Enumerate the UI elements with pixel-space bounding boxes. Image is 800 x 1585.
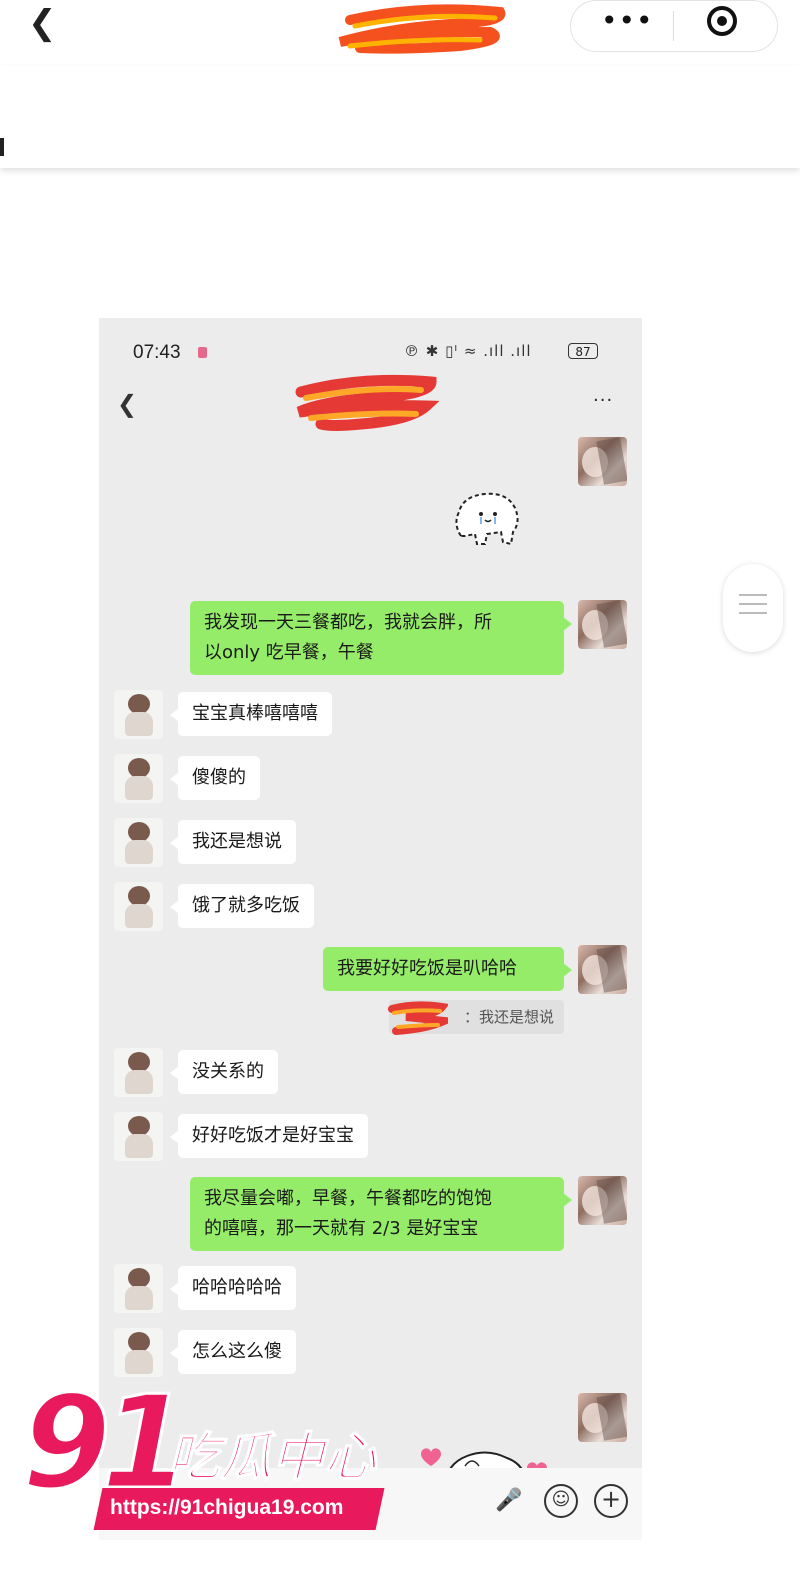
- message-line: 傻傻的: [192, 767, 246, 788]
- status-bar: 07:43 ℗ ✱ ▯ᴵ ≈ .ıll .ıll 87: [99, 318, 642, 363]
- chat-bubble-sent[interactable]: 我发现一天三餐都吃，我就会胖，所 以only 吃早餐，午餐: [190, 601, 572, 675]
- target-icon[interactable]: [707, 6, 737, 36]
- capsule-menu: •••: [570, 0, 778, 52]
- avatar[interactable]: [114, 882, 163, 931]
- plus-icon[interactable]: +: [594, 1484, 628, 1518]
- redacted-title-scribble: [338, 4, 506, 54]
- message-line: 以only 吃早餐，午餐: [204, 642, 374, 663]
- avatar[interactable]: [114, 1264, 163, 1313]
- chevron-left-icon[interactable]: ❮: [117, 390, 137, 418]
- avatar[interactable]: [114, 818, 163, 867]
- floating-menu-button[interactable]: [723, 564, 783, 652]
- redacted-name-scribble: [295, 374, 439, 431]
- message-line: 的嘻嘻，那一天就有 2/3 是好宝宝: [204, 1218, 479, 1239]
- avatar[interactable]: [114, 1112, 163, 1161]
- notification-icon: [198, 347, 207, 358]
- sticker-image: [455, 492, 519, 546]
- message-line: 我还是想说: [192, 831, 282, 852]
- message-line: 我发现一天三餐都吃，我就会胖，所: [204, 612, 492, 633]
- back-icon[interactable]: ❮: [28, 6, 57, 40]
- message-line: 没关系的: [192, 1061, 264, 1082]
- avatar[interactable]: [578, 600, 627, 649]
- message-line: 我尽量会嘟，早餐，午餐都吃的饱饱: [204, 1188, 492, 1209]
- menu-lines-icon: [739, 594, 767, 620]
- message-line: 怎么这么傻: [192, 1341, 282, 1362]
- chat-bubble-received[interactable]: 没关系的: [170, 1050, 278, 1094]
- status-time: 07:43: [133, 342, 181, 363]
- watermark-name: 吃瓜中心: [167, 1427, 377, 1489]
- message-line: 好好吃饭才是好宝宝: [192, 1125, 354, 1146]
- message-line: 哈哈哈哈哈: [192, 1277, 282, 1298]
- outer-subbar: [0, 66, 800, 168]
- quoted-text: ：我还是想说: [463, 1008, 554, 1026]
- chat-bubble-sent[interactable]: 我要好好吃饭是叭哈哈: [323, 947, 572, 991]
- battery-icon: 87: [568, 343, 598, 359]
- chat-bubble-sent[interactable]: 我尽量会嘟，早餐，午餐都吃的饱饱 的嘻嘻，那一天就有 2/3 是好宝宝: [190, 1177, 572, 1251]
- chat-bubble-received[interactable]: 傻傻的: [170, 756, 260, 800]
- emoji-icon[interactable]: ☺: [544, 1484, 578, 1518]
- avatar[interactable]: [114, 1048, 163, 1097]
- outer-header: ❮ •••: [0, 0, 800, 67]
- redacted-quote-scribble: [388, 1001, 448, 1035]
- chat-screenshot: 07:43 ℗ ✱ ▯ᴵ ≈ .ıll .ıll 87 ❮ ··· 我发现一天三…: [99, 318, 642, 1540]
- chat-bubble-received[interactable]: 饿了就多吃饭: [170, 884, 314, 928]
- message-line: 宝宝真棒嘻嘻嘻: [192, 703, 318, 724]
- chat-bubble-received[interactable]: 宝宝真棒嘻嘻嘻: [170, 692, 332, 736]
- avatar[interactable]: [114, 690, 163, 739]
- capsule-divider: [673, 11, 674, 41]
- avatar[interactable]: [578, 1393, 627, 1442]
- message-line: 我要好好吃饭是叭哈哈: [337, 958, 517, 979]
- more-icon[interactable]: ···: [593, 390, 613, 411]
- status-icons: ℗ ✱ ▯ᴵ ≈ .ıll .ıll: [404, 342, 532, 360]
- avatar[interactable]: [114, 754, 163, 803]
- subbar-edge-mark: [0, 138, 4, 156]
- microphone-icon[interactable]: 🎤: [494, 1488, 524, 1518]
- avatar[interactable]: [578, 945, 627, 994]
- ellipsis-icon[interactable]: •••: [601, 6, 654, 36]
- message-line: 饿了就多吃饭: [192, 895, 300, 916]
- avatar[interactable]: [578, 437, 627, 486]
- watermark-url: https://91chigua19.com: [110, 1496, 344, 1519]
- chat-bubble-received[interactable]: 好好吃饭才是好宝宝: [170, 1114, 368, 1158]
- chat-bubble-received[interactable]: 我还是想说: [170, 820, 296, 864]
- chat-bubble-received[interactable]: 哈哈哈哈哈: [170, 1266, 296, 1310]
- chat-bubble-received[interactable]: 怎么这么傻: [170, 1330, 296, 1374]
- avatar[interactable]: [578, 1176, 627, 1225]
